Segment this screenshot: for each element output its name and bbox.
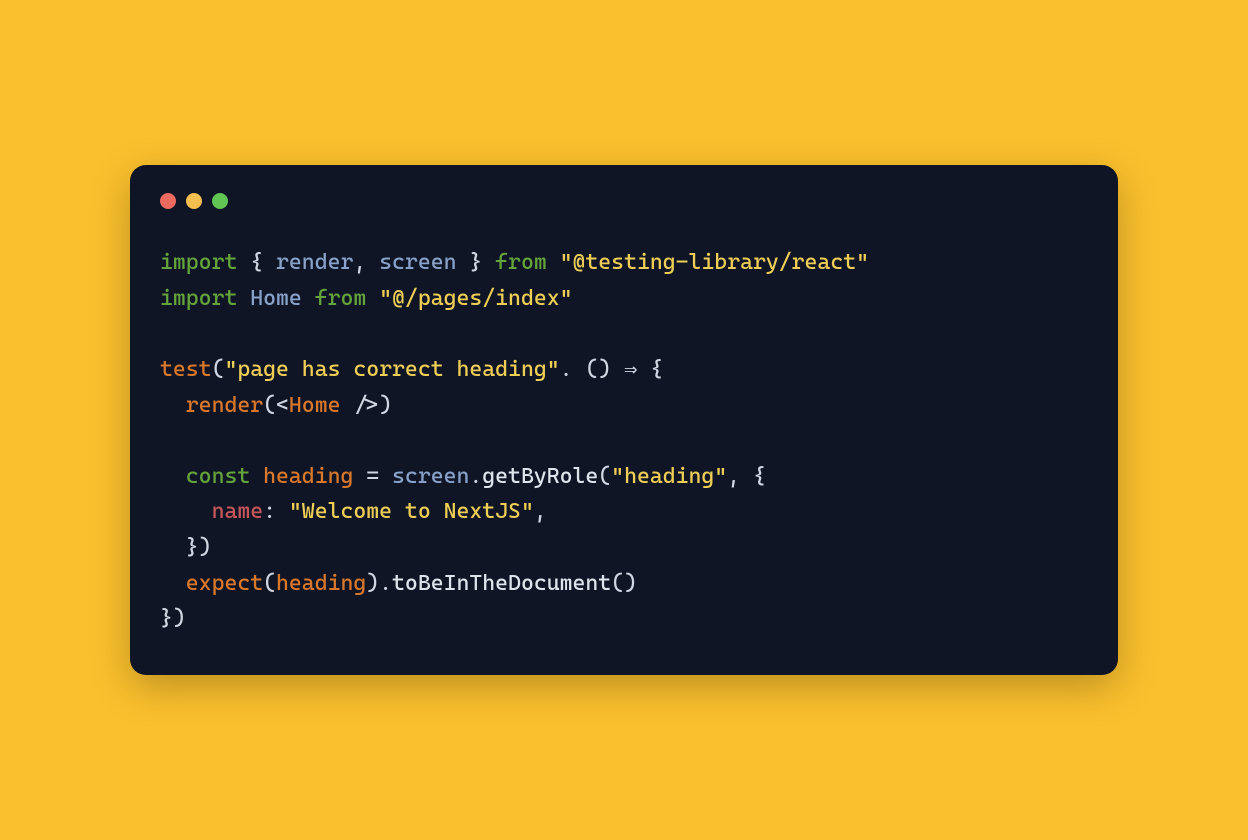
code-line: name: "Welcome to NextJS", <box>160 499 547 524</box>
code-line: expect(heading).toBeInTheDocument() <box>160 571 637 596</box>
window-controls <box>160 193 1088 209</box>
close-icon[interactable] <box>160 193 176 209</box>
code-line: render(<Home />) <box>160 393 392 418</box>
code-line: }) <box>160 606 186 631</box>
code-line: }) <box>160 535 212 560</box>
maximize-icon[interactable] <box>212 193 228 209</box>
code-block: import { render, screen } from "@testing… <box>160 245 1088 637</box>
code-line: import { render, screen } from "@testing… <box>160 250 869 275</box>
code-line: import Home from "@/pages/index" <box>160 286 573 311</box>
minimize-icon[interactable] <box>186 193 202 209</box>
code-line: test("page has correct heading". () ⇒ { <box>160 357 663 382</box>
code-card: import { render, screen } from "@testing… <box>130 165 1118 675</box>
code-line: const heading = screen.getByRole("headin… <box>160 464 766 489</box>
